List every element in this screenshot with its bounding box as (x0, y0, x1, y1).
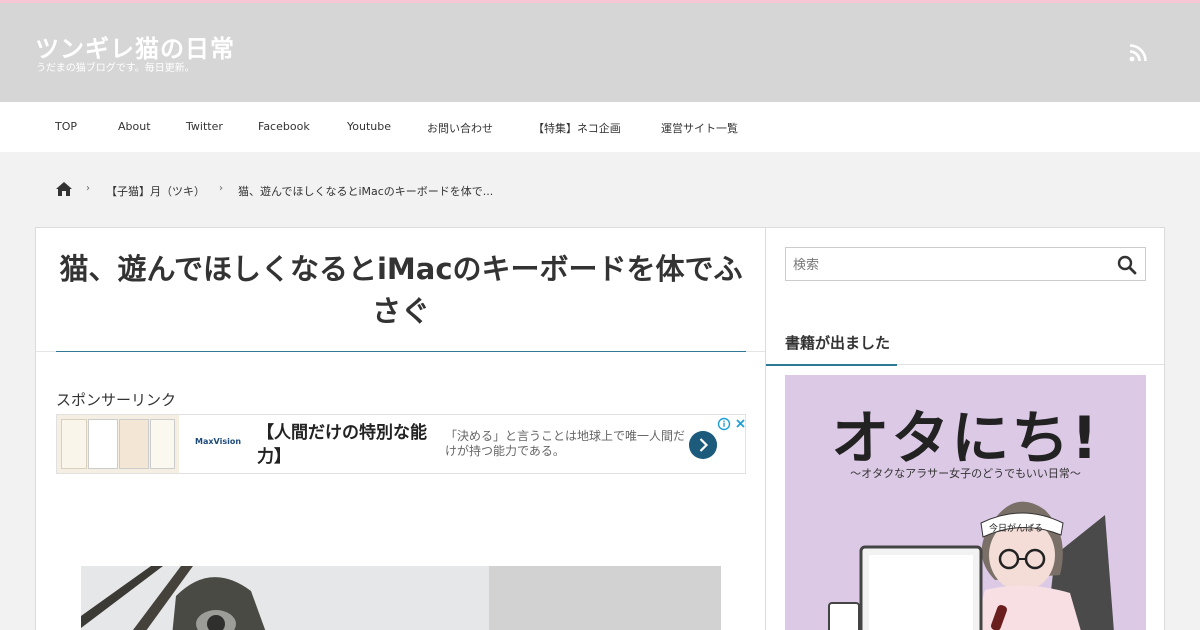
ad-open-button[interactable] (689, 431, 717, 459)
sidebar: 書籍が出ました オタにち! 〜オタクなアラサー女子のどうでもいい日常〜 今日がん… (765, 227, 1165, 630)
book-illustration: 今日がんばる (828, 501, 1114, 630)
book-title: オタにち! (831, 404, 1100, 472)
nav-item-twitter[interactable]: Twitter (186, 120, 223, 133)
nav-item-contact[interactable]: お問い合わせ (427, 120, 493, 136)
sidebar-heading-accent (766, 364, 897, 366)
sponsor-label: スポンサーリンク (56, 391, 177, 409)
breadcrumb-current: 猫、遊んでほしくなるとiMacのキーボードを体で... (238, 185, 494, 198)
breadcrumb-separator: › (219, 183, 223, 194)
page-title: 猫、遊んでほしくなるとiMacのキーボードを体でふさぐ (59, 252, 743, 328)
site-description: うだまの猫ブログです。毎日更新。 (36, 63, 195, 74)
article-card: 猫、遊んでほしくなるとiMacのキーボードを体でふさぐ スポンサーリンク Max… (35, 227, 766, 630)
nav-item-top[interactable]: TOP (55, 120, 77, 133)
book-cover[interactable]: オタにち! 〜オタクなアラサー女子のどうでもいい日常〜 今日がんばる (785, 375, 1146, 630)
lamp-photo-image (81, 566, 721, 630)
search-box (785, 247, 1146, 281)
nav-item-special[interactable]: 【特集】ネコ企画 (533, 120, 621, 136)
ad-banner[interactable]: MaxVision 【人間だけの特別な能力】 「決める」と言うことは地球上で唯一… (56, 414, 746, 474)
nav-item-about[interactable]: About (118, 120, 151, 133)
ad-book-thumbnail[interactable] (57, 415, 179, 473)
ad-choices-icon[interactable] (717, 417, 746, 431)
breadcrumb: › 【子猫】月（ツキ） › 猫、遊んでほしくなるとiMacのキーボードを体で..… (0, 178, 1200, 202)
breadcrumb-separator: › (86, 183, 90, 194)
rss-icon[interactable] (1129, 44, 1147, 62)
breadcrumb-category[interactable]: 【子猫】月（ツキ） (106, 183, 205, 199)
nav-item-youtube[interactable]: Youtube (347, 120, 391, 133)
search-icon[interactable] (1117, 255, 1137, 275)
ad-text[interactable]: 「決める」と言うことは地球上で唯一人間だけが持つ能力である。 (445, 429, 695, 459)
title-accent-line (56, 351, 746, 352)
ad-headline[interactable]: 【人間だけの特別な能力】 (257, 421, 437, 469)
search-input[interactable] (793, 256, 1093, 274)
book-headband-text: 今日がんばる (989, 522, 1043, 534)
sidebar-heading-books: 書籍が出ました (785, 334, 891, 352)
nav-item-facebook[interactable]: Facebook (258, 120, 310, 133)
article-photo (81, 566, 721, 630)
site-header: ツンギレ猫の日常 うだまの猫ブログです。毎日更新。 (0, 3, 1200, 102)
global-nav: TOP About Twitter Facebook Youtube お問い合わ… (0, 102, 1200, 152)
nav-item-sites[interactable]: 運営サイト一覧 (661, 120, 738, 136)
ad-logo: MaxVision (195, 437, 242, 446)
home-icon[interactable] (56, 182, 72, 196)
